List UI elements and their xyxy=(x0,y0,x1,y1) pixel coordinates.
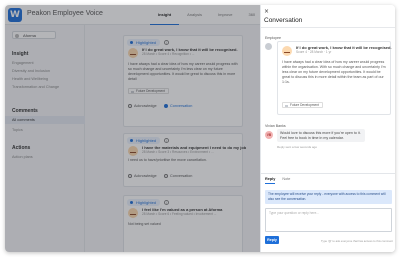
tab-reply[interactable]: Reply xyxy=(265,177,276,184)
divider xyxy=(261,27,395,28)
reply-input[interactable]: Type your question or reply here... xyxy=(265,208,392,232)
manager-avatar: VB xyxy=(265,131,273,139)
app-window: W Peakon Employee Voice Insight Analysis… xyxy=(5,5,395,252)
reply-composer: Reply Note The employee will receive you… xyxy=(261,173,395,252)
employee-comment: If I do great work, I know that it will … xyxy=(277,41,392,115)
manager-name: Vivian Banks xyxy=(265,124,286,128)
comment-meta: Score 4 · 28 March · 1 yr xyxy=(296,50,332,54)
drawer-title: Conversation xyxy=(264,17,303,24)
topic-tag[interactable]: Future Development xyxy=(282,102,323,108)
manager-reply: Would love to discuss this more if you'r… xyxy=(277,129,365,142)
conversation-drawer: × Conversation Employee If I do great wo… xyxy=(260,5,395,252)
visibility-notice: The employee will receive your reply - e… xyxy=(265,190,392,204)
reply-button[interactable]: Reply xyxy=(265,236,279,244)
tab-note[interactable]: Note xyxy=(282,177,290,184)
sad-face-icon xyxy=(282,46,292,56)
close-icon[interactable]: × xyxy=(264,8,269,15)
composer-tabs: Reply Note xyxy=(265,177,290,184)
modal-overlay[interactable] xyxy=(5,5,260,252)
reply-timestamp: Reply sent a few seconds ago xyxy=(277,145,318,149)
comment-body: I have always had a clear idea of how my… xyxy=(282,60,386,84)
employee-label: Employee xyxy=(265,36,281,40)
mention-hint: Type '@' to ask everyone that has access… xyxy=(321,239,393,243)
employee-avatar xyxy=(265,43,272,50)
